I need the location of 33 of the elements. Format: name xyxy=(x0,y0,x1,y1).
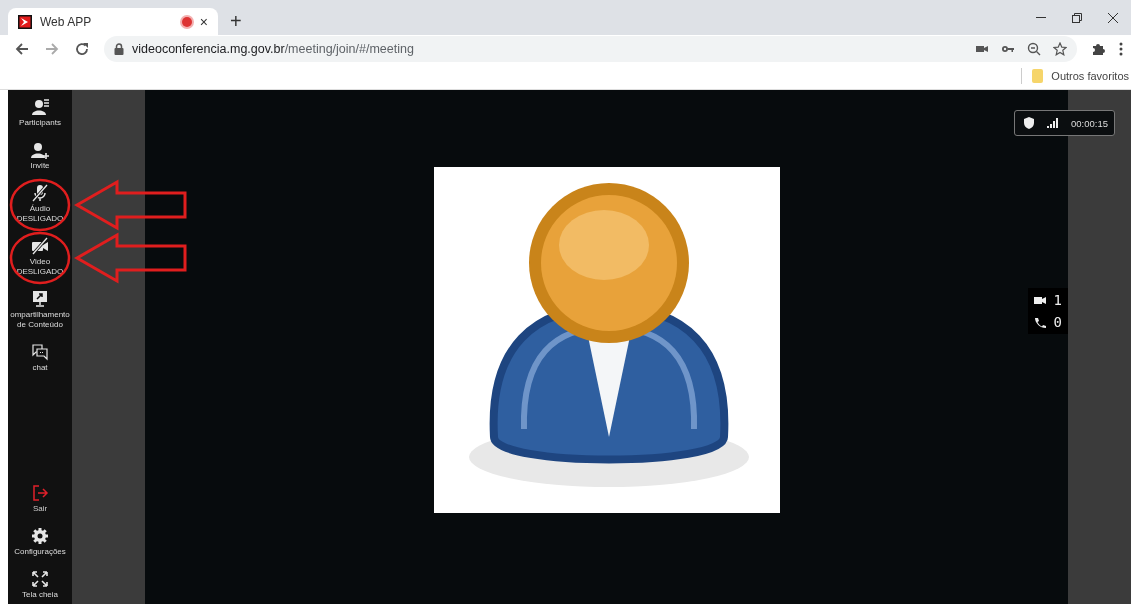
back-icon[interactable] xyxy=(14,41,30,57)
address-bar[interactable]: videoconferencia.mg.gov.br/meeting/join/#/meeting xyxy=(104,36,1077,62)
fullscreen-icon xyxy=(31,570,49,588)
settings-icon xyxy=(31,527,49,545)
share-button[interactable]: ompartilhamento de Conteúdo xyxy=(8,290,72,330)
tab-title: Web APP xyxy=(40,14,93,29)
phone-count: 0 xyxy=(1053,314,1062,330)
zoom-out-icon[interactable] xyxy=(1027,42,1041,56)
restore-icon[interactable] xyxy=(1071,11,1083,24)
star-icon[interactable] xyxy=(1053,42,1067,56)
exit-icon xyxy=(31,484,49,502)
chat-button[interactable]: chat xyxy=(8,343,72,373)
signal-icon xyxy=(1047,118,1059,128)
video-icon xyxy=(1033,294,1046,306)
video-count: 1 xyxy=(1053,292,1062,308)
close-icon[interactable] xyxy=(1107,11,1119,24)
tab-close-button[interactable]: × xyxy=(199,13,208,30)
app-logo-icon xyxy=(18,14,32,29)
fullscreen-button[interactable]: Tela cheia xyxy=(8,570,72,600)
more-menu-icon[interactable] xyxy=(1119,42,1123,56)
url-text: videoconferencia.mg.gov.br/meeting/join/#/meeting xyxy=(132,42,414,56)
invite-button[interactable]: Invite xyxy=(8,141,72,171)
browser-tab[interactable]: Web APP × xyxy=(8,8,218,35)
call-duration: 00:00:15 xyxy=(1071,117,1108,129)
lock-icon xyxy=(114,43,124,55)
new-tab-button[interactable]: + xyxy=(226,10,246,33)
settings-button[interactable]: Configurações xyxy=(8,527,72,557)
reload-icon[interactable] xyxy=(74,41,90,57)
exit-button[interactable]: Sair xyxy=(8,484,72,514)
phone-icon xyxy=(1033,316,1046,328)
participants-button[interactable]: Participants xyxy=(8,98,72,128)
puzzle-icon[interactable] xyxy=(1091,42,1105,56)
bookmark-folder[interactable]: Outros favoritos xyxy=(1032,69,1129,83)
